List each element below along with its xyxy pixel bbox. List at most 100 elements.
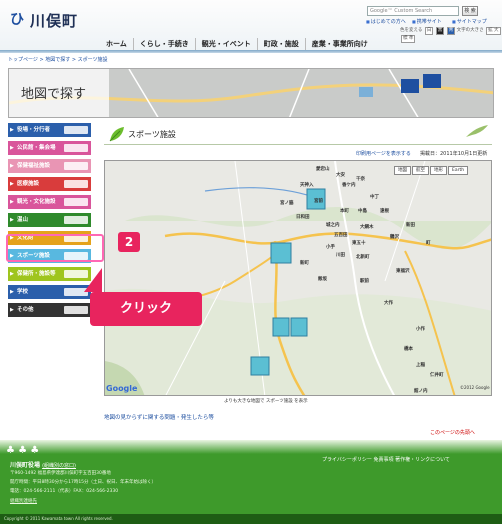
color-label: 色を変える	[400, 28, 423, 33]
map-place-label: 仁井町	[430, 373, 444, 378]
nav-government[interactable]: 町政・施設	[256, 38, 305, 50]
site-name[interactable]: 川俣町	[30, 10, 78, 31]
report-problem-link[interactable]: 地図の見からずに関する問題・発生したら等	[104, 413, 214, 421]
sitemap-link[interactable]: サイトマップ	[452, 18, 487, 25]
text-standard-button[interactable]: 標 準	[401, 35, 416, 43]
map-place-label: 東五十	[352, 241, 366, 246]
map-place-label: 中丁	[370, 195, 379, 200]
map-place-label: 千奈	[356, 177, 365, 182]
page-top-link[interactable]: このページの先頭へ	[430, 429, 475, 436]
map-place-label: 小手	[326, 245, 335, 250]
logo-icon[interactable]: ひ	[10, 13, 28, 27]
callout-tail	[84, 268, 102, 292]
footer-org-name: 川俣町役場	[10, 462, 41, 469]
sidebar-item-label: 医療施設	[17, 181, 40, 187]
map-place-label: 小作	[416, 327, 425, 332]
map-type-earth[interactable]: Earth	[448, 166, 469, 175]
color-black-button[interactable]: 黒	[435, 27, 445, 35]
map-place-label: 大作	[384, 301, 393, 306]
footer-hours: 開庁時間：平日8時30分から17時15分（土日、祝日、年末年始は除く）	[10, 480, 157, 485]
sidebar-item-label: その他	[17, 307, 34, 313]
chevron-right-icon: ▶	[10, 127, 14, 133]
chevron-right-icon: ▶	[10, 307, 14, 313]
footer-figures-icon: ♣ ♣ ♣	[6, 445, 40, 456]
chevron-right-icon: ▶	[10, 199, 14, 205]
sidebar-item[interactable]: ▶ 観光・文化施設	[8, 195, 91, 209]
search-button[interactable]: 検 索	[462, 6, 478, 16]
map-banner-title: 地図で探す	[9, 69, 109, 117]
search-input[interactable]: Google™ Custom Search	[367, 6, 459, 16]
mobile-site-link[interactable]: 携帯サイト	[412, 18, 442, 25]
mini-map-icon	[64, 198, 88, 206]
chevron-right-icon: ▶	[10, 145, 14, 151]
map-place-label: 遠根	[380, 209, 389, 214]
sidebar-item[interactable]: ▶ その他	[8, 303, 91, 317]
mini-map-icon	[64, 180, 88, 188]
sidebar-item[interactable]: ▶ 役場・分行者	[8, 123, 91, 137]
map-place-label: 大安	[336, 173, 345, 178]
nav-home[interactable]: ホーム	[100, 38, 133, 50]
map-type-terrain[interactable]: 地形	[430, 166, 447, 175]
footer-links[interactable]: プライバシーポリシー 免責事項 著作権・リンクについて	[322, 456, 450, 463]
page-title: スポーツ施設	[128, 130, 176, 139]
map-canvas[interactable]	[105, 161, 492, 396]
nav-industry[interactable]: 産業・事業所向け	[304, 38, 374, 50]
footer-phone: 電話：024-566-2111（代表）FAX：024-566-2330	[10, 489, 119, 494]
map-place-label: 大綱木	[360, 225, 374, 230]
sidebar-item-label: 観光・文化施設	[17, 199, 56, 205]
map-type-satellite[interactable]: 航空	[412, 166, 429, 175]
sidebar-item[interactable]: ▶ 保健福祉施設	[8, 159, 91, 173]
bird-icon	[466, 125, 488, 137]
map-type-map[interactable]: 地図	[394, 166, 411, 175]
sidebar-item[interactable]: ▶ 保健所・施設等	[8, 267, 91, 281]
leaf-icon	[109, 127, 124, 142]
chevron-right-icon: ▶	[10, 181, 14, 187]
mini-map-icon	[64, 216, 88, 224]
chevron-right-icon: ▶	[10, 289, 14, 295]
map-place-label: 日和田	[296, 215, 310, 220]
nav-living[interactable]: くらし・手続き	[132, 38, 195, 50]
sidebar-item[interactable]: ▶ 学校	[8, 285, 91, 299]
sidebar-item[interactable]: ▶ 温山	[8, 213, 91, 227]
color-blue-button[interactable]: 青	[446, 27, 456, 35]
map-place-label: 新田	[406, 223, 415, 228]
sidebar-item-label: 公民館・集会場	[17, 145, 56, 151]
mini-map-icon	[64, 306, 88, 314]
map-place-label: 天神入	[300, 183, 314, 188]
map-type-controls: 地図 航空 地形 Earth	[393, 166, 469, 175]
sidebar-item-label: 保健福祉施設	[17, 163, 51, 169]
map-place-label: 五百田	[334, 233, 348, 238]
print-page-link[interactable]: 印刷用ページを表示する	[356, 150, 411, 157]
map-place-label: 飯坂	[318, 277, 327, 282]
text-size-label: 文字の大きさ	[456, 28, 484, 33]
map-place-label: 上稲	[416, 363, 425, 368]
for-beginners-link[interactable]: はじめての方へ	[366, 18, 406, 25]
global-nav: ホーム くらし・手続き 観光・イベント 町政・施設 産業・事業所向け	[100, 38, 374, 50]
map-place-label: 東福沢	[396, 269, 410, 274]
text-enlarge-button[interactable]: 拡 大	[486, 27, 501, 35]
footer-decoration	[0, 440, 502, 454]
copyright: Copyright © 2011 Kawamata town All right…	[0, 514, 502, 524]
updated-date: 掲載日：2011年10月1日更新	[420, 151, 488, 157]
breadcrumb[interactable]: トップページ > 地図で探す > スポーツ施設	[8, 56, 108, 63]
footer-org-link[interactable]: (組織別の窓口)	[42, 463, 76, 469]
map-banner[interactable]: 地図で探す	[8, 68, 494, 118]
sidebar-item[interactable]: ▶ 医療施設	[8, 177, 91, 191]
footer-org: 川俣町役場 (組織別の窓口)	[10, 460, 76, 469]
map-place-label: 橋本	[404, 347, 413, 352]
google-logo: Google	[106, 384, 138, 393]
mini-map-icon	[64, 126, 88, 134]
larger-map-link[interactable]: よりも大きな地図で スポーツ施設 を表示	[224, 398, 308, 404]
sidebar-item-label: 役場・分行者	[17, 127, 51, 133]
sidebar-item-label: 学校	[17, 289, 29, 295]
color-white-button[interactable]: 白	[424, 27, 434, 35]
accessibility-controls: 色を変える 白 黒 青 文字の大きさ 拡 大 標 準	[400, 27, 502, 43]
sidebar-item[interactable]: ▶ 公民館・集会場	[8, 141, 91, 155]
google-map[interactable]	[104, 160, 492, 396]
step-badge: 2	[118, 232, 140, 252]
map-place-label: 本町	[340, 209, 349, 214]
nav-tourism[interactable]: 観光・イベント	[194, 38, 257, 50]
section-heading: スポーツ施設	[104, 123, 492, 145]
footer-contacts-link[interactable]: 組織別連絡先	[10, 498, 37, 504]
map-credit: ©2012 Google	[460, 385, 490, 390]
